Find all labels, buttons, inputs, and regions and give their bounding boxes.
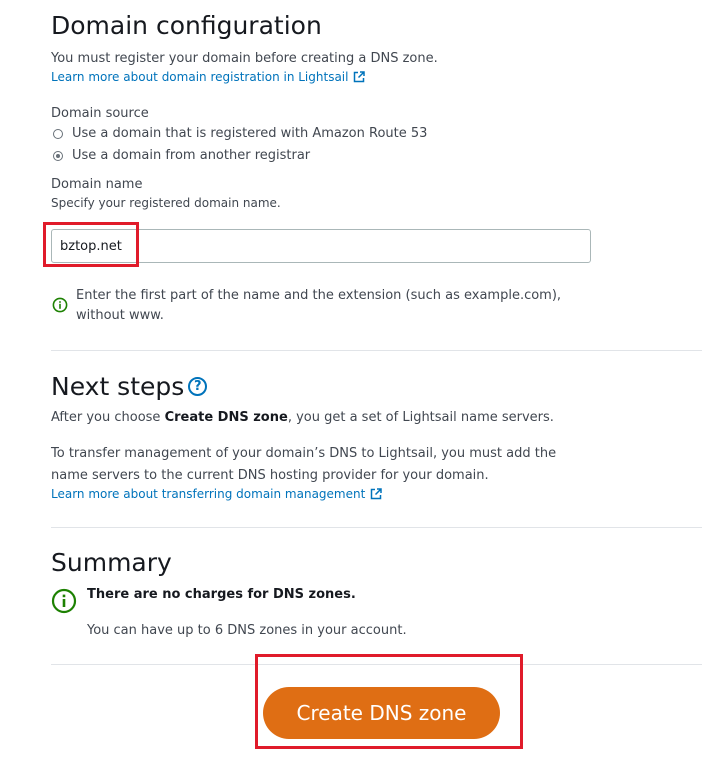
learn-more-transfer-link[interactable]: Learn more about transferring domain man… xyxy=(51,487,383,501)
learn-more-domain-registration-link[interactable]: Learn more about domain registration in … xyxy=(51,70,366,84)
highlight-box-create-button xyxy=(255,654,523,749)
learn-more-domain-registration-label: Learn more about domain registration in … xyxy=(51,70,349,84)
radio-other-registrar-label: Use a domain from another registrar xyxy=(72,148,311,163)
radio-route53-option[interactable]: Use a domain that is registered with Ama… xyxy=(53,126,427,141)
info-icon xyxy=(52,297,68,313)
domain-config-title: Domain configuration xyxy=(51,11,322,40)
next-steps-p1-prefix: After you choose xyxy=(51,410,165,425)
info-icon xyxy=(51,588,77,614)
next-steps-paragraph-1: After you choose Create DNS zone, you ge… xyxy=(51,410,554,425)
domain-config-description: You must register your domain before cre… xyxy=(51,51,438,66)
learn-more-transfer-label: Learn more about transferring domain man… xyxy=(51,487,366,501)
next-steps-p2-line2: name servers to the current DNS hosting … xyxy=(51,468,489,483)
help-icon[interactable]: ? xyxy=(188,377,208,396)
next-steps-p1-suffix: , you get a set of Lightsail name server… xyxy=(287,410,554,425)
create-dns-zone-page: Domain configuration You must register y… xyxy=(0,0,702,760)
domain-source-label: Domain source xyxy=(51,106,149,121)
domain-name-info-line2: without www. xyxy=(76,308,164,323)
next-steps-p2-line1: To transfer management of your domain’s … xyxy=(51,446,557,461)
external-link-icon xyxy=(354,71,366,83)
radio-route53[interactable] xyxy=(53,128,63,139)
next-steps-heading: Next steps ? xyxy=(51,372,208,401)
external-link-icon xyxy=(371,488,383,500)
domain-name-label: Domain name xyxy=(51,177,143,192)
summary-title: Summary xyxy=(51,548,172,577)
next-steps-title: Next steps xyxy=(51,372,185,401)
section-divider xyxy=(51,527,702,528)
radio-route53-label: Use a domain that is registered with Ama… xyxy=(72,126,428,141)
next-steps-p1-bold: Create DNS zone xyxy=(164,410,288,425)
section-divider xyxy=(51,350,702,351)
highlight-box-domain-input xyxy=(43,222,139,267)
radio-other-registrar[interactable] xyxy=(53,150,63,161)
summary-limit-text: You can have up to 6 DNS zones in your a… xyxy=(87,623,407,638)
radio-other-registrar-option[interactable]: Use a domain from another registrar xyxy=(53,148,310,163)
summary-charge-notice: There are no charges for DNS zones. xyxy=(87,587,356,602)
domain-name-info-line1: Enter the first part of the name and the… xyxy=(76,288,562,303)
domain-name-hint: Specify your registered domain name. xyxy=(51,196,281,210)
